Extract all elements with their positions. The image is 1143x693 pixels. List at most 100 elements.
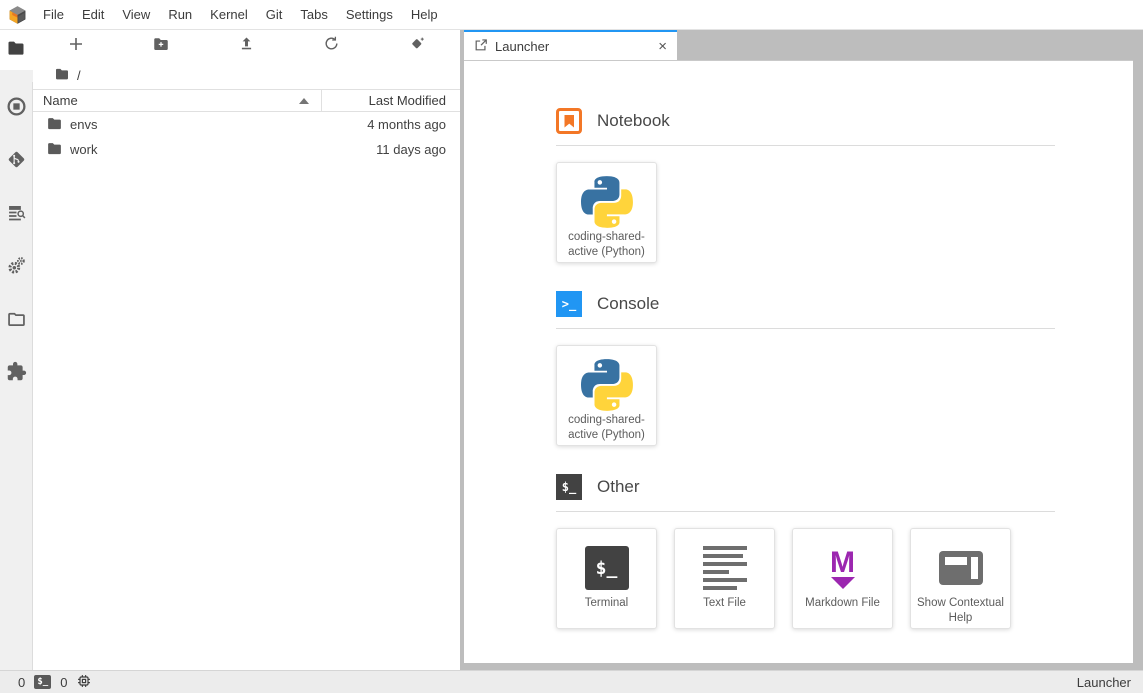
file-browser-panel: / Name Last Modified envs 4 months ago xyxy=(33,30,460,670)
folder-root-icon xyxy=(54,66,70,85)
card-label: Show Contextual Help xyxy=(911,596,1010,626)
kernel-chip-icon xyxy=(76,673,92,692)
file-row-work[interactable]: work 11 days ago xyxy=(33,137,460,162)
kernels-count: 0 xyxy=(60,675,67,690)
section-title: Notebook xyxy=(597,111,670,131)
section-header-other: $_ Other xyxy=(556,474,1055,500)
running-sessions-status[interactable]: 0 $_ 0 xyxy=(18,673,92,692)
file-browser-toolbar xyxy=(33,30,460,62)
other-cards: $_ Terminal Text File xyxy=(556,528,1055,629)
sidebar-tab-running-sessions[interactable] xyxy=(0,82,33,135)
refresh-icon xyxy=(323,35,340,57)
jupyterlab-window: File Edit View Run Kernel Git Tabs Setti… xyxy=(0,0,1143,693)
menu-settings[interactable]: Settings xyxy=(337,0,402,29)
section-title: Console xyxy=(597,294,659,314)
menu-file[interactable]: File xyxy=(34,0,73,29)
launcher-panel: Notebook coding-shared-active (Python) xyxy=(464,60,1133,663)
file-name: work xyxy=(70,142,97,157)
dock-panel: Launcher × Notebook xyxy=(460,30,1143,670)
menubar: File Edit View Run Kernel Git Tabs Setti… xyxy=(0,0,1143,30)
breadcrumb[interactable]: / xyxy=(33,62,460,89)
column-header-last-modified[interactable]: Last Modified xyxy=(322,90,460,111)
new-folder-icon xyxy=(152,35,170,58)
menu-edit[interactable]: Edit xyxy=(73,0,113,29)
jupyterhub-logo-icon[interactable] xyxy=(0,4,34,26)
console-cards: coding-shared-active (Python) xyxy=(556,345,1055,446)
launcher-card-contextual-help[interactable]: Show Contextual Help xyxy=(910,528,1011,629)
git-clone-button[interactable] xyxy=(375,30,460,62)
tab-bar: Launcher × xyxy=(464,30,1133,60)
modified-column-label: Last Modified xyxy=(369,93,446,108)
section-header-notebook: Notebook xyxy=(556,108,1055,134)
section-divider xyxy=(556,145,1055,146)
notebook-cards: coding-shared-active (Python) xyxy=(556,162,1055,263)
current-activity-label: Launcher xyxy=(1077,675,1131,690)
menu-view[interactable]: View xyxy=(113,0,159,29)
refresh-button[interactable] xyxy=(289,30,374,62)
window-icon xyxy=(6,308,27,334)
puzzle-icon xyxy=(6,361,27,387)
git-clone-icon xyxy=(408,35,426,58)
card-label: Terminal xyxy=(581,596,632,611)
launcher-body: Notebook coding-shared-active (Python) xyxy=(464,61,1133,629)
status-bar: 0 $_ 0 Launcher xyxy=(0,670,1143,693)
gears-icon xyxy=(6,255,27,281)
new-folder-button[interactable] xyxy=(118,30,203,62)
file-row-envs[interactable]: envs 4 months ago xyxy=(33,112,460,137)
python-icon xyxy=(581,174,633,230)
upload-icon xyxy=(238,35,255,57)
file-modified: 4 months ago xyxy=(367,117,460,132)
text-file-icon xyxy=(703,540,747,596)
section-divider xyxy=(556,511,1055,512)
folder-icon xyxy=(46,140,63,160)
launcher-card-text-file[interactable]: Text File xyxy=(674,528,775,629)
card-label: coding-shared-active (Python) xyxy=(557,230,656,260)
sidebar-tab-window[interactable] xyxy=(0,294,33,347)
terminal-icon: $_ xyxy=(556,474,582,500)
notebook-icon xyxy=(556,108,582,134)
file-name: envs xyxy=(70,117,97,132)
menu-run[interactable]: Run xyxy=(159,0,201,29)
sidebar-tab-property-inspector[interactable] xyxy=(0,241,33,294)
sidebar-tab-extensions[interactable] xyxy=(0,347,33,400)
card-label: Markdown File xyxy=(801,596,884,611)
sidebar-tab-inspector[interactable] xyxy=(0,188,33,241)
tab-label: Launcher xyxy=(495,39,549,54)
python-icon xyxy=(581,357,633,413)
launcher-card-terminal[interactable]: $_ Terminal xyxy=(556,528,657,629)
file-list-empty-area xyxy=(33,162,460,670)
sidebar-tab-git[interactable] xyxy=(0,135,33,188)
section-header-console: >_ Console xyxy=(556,291,1055,317)
breadcrumb-root[interactable]: / xyxy=(77,68,81,83)
menu-kernel[interactable]: Kernel xyxy=(201,0,257,29)
activity-bar xyxy=(0,30,33,670)
close-icon[interactable]: × xyxy=(658,39,667,54)
card-label: coding-shared-active (Python) xyxy=(557,413,656,443)
launcher-card-markdown-file[interactable]: M Markdown File xyxy=(792,528,893,629)
markdown-down-arrow-icon xyxy=(831,577,855,589)
folder-icon xyxy=(46,115,63,135)
file-list-header: Name Last Modified xyxy=(33,89,460,112)
sort-ascending-icon xyxy=(299,98,309,104)
menu-tabs[interactable]: Tabs xyxy=(291,0,336,29)
section-divider xyxy=(556,328,1055,329)
tab-launcher[interactable]: Launcher × xyxy=(464,30,677,60)
sidebar-tab-file-browser[interactable] xyxy=(0,30,33,70)
git-icon xyxy=(6,149,27,175)
launcher-card-console-kernel[interactable]: coding-shared-active (Python) xyxy=(556,345,657,446)
column-header-name[interactable]: Name xyxy=(33,90,322,111)
console-icon: >_ xyxy=(556,291,582,317)
folder-icon xyxy=(6,38,26,63)
launcher-card-notebook-kernel[interactable]: coding-shared-active (Python) xyxy=(556,162,657,263)
new-launcher-button[interactable] xyxy=(33,30,118,62)
terminals-count: 0 xyxy=(18,675,25,690)
menu-help[interactable]: Help xyxy=(402,0,447,29)
name-column-label: Name xyxy=(43,93,78,108)
upload-button[interactable] xyxy=(204,30,289,62)
markdown-icon: M xyxy=(830,540,855,596)
card-label: Text File xyxy=(699,596,750,611)
section-title: Other xyxy=(597,477,640,497)
list-search-icon xyxy=(6,202,27,228)
menu-git[interactable]: Git xyxy=(257,0,292,29)
plus-icon xyxy=(68,36,84,57)
